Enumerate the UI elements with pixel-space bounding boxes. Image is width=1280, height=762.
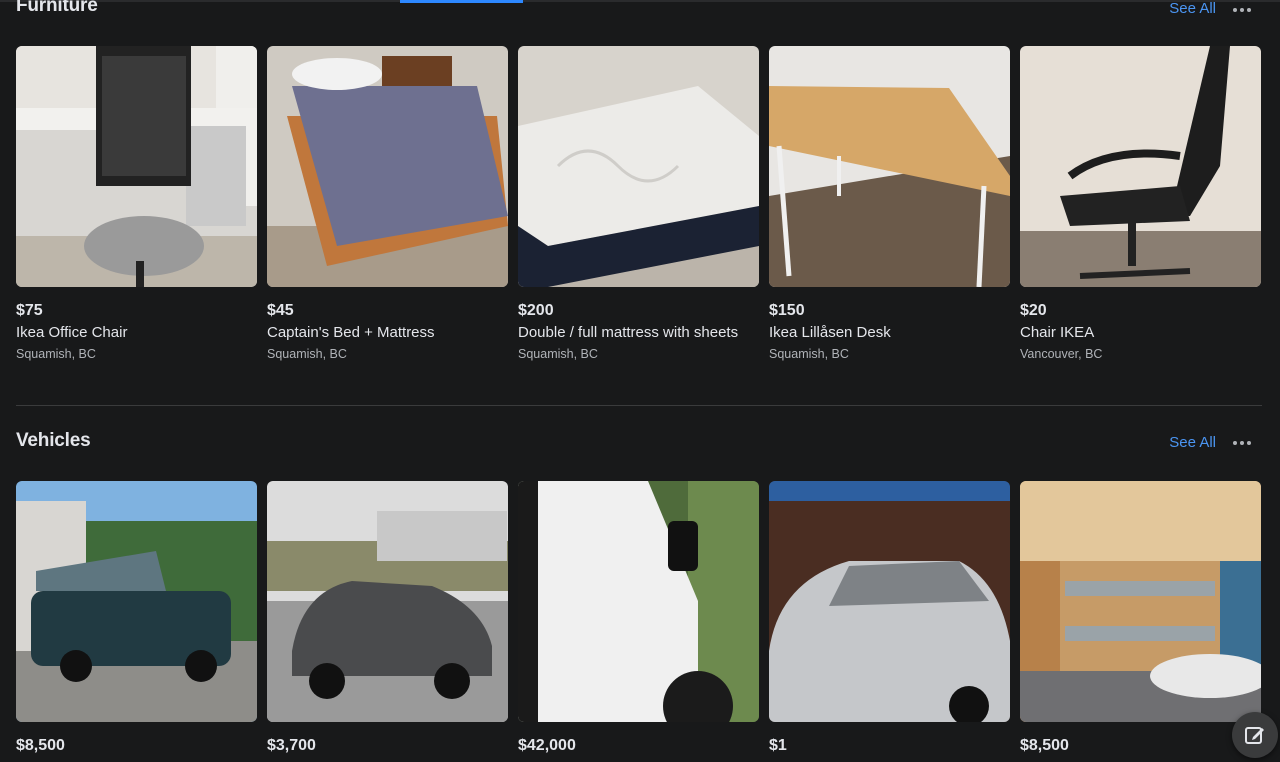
- listing-title: Ikea Office Chair: [16, 324, 128, 341]
- listing-location: Vancouver, BC: [1020, 347, 1103, 361]
- listing-card[interactable]: $8,500: [16, 481, 257, 756]
- listing-card[interactable]: $150 Ikea Lillåsen Desk Squamish, BC: [769, 46, 1010, 363]
- listing-location: Squamish, BC: [16, 347, 96, 361]
- furniture-more-button[interactable]: [1230, 0, 1254, 20]
- listing-price: $45: [267, 302, 294, 319]
- listing-photo: [16, 481, 257, 722]
- listing-photo: [267, 481, 508, 722]
- listing-photo: [16, 46, 257, 287]
- listing-photo: [769, 46, 1010, 287]
- listing-photo: [1020, 46, 1261, 287]
- listing-price: $8,500: [16, 737, 65, 754]
- furniture-section-title: Furniture: [16, 0, 98, 16]
- listing-card[interactable]: $3,700: [267, 481, 508, 756]
- listing-price: $200: [518, 302, 554, 319]
- vehicles-more-button[interactable]: [1230, 433, 1254, 453]
- furniture-see-all-link[interactable]: See All: [1169, 0, 1216, 17]
- section-divider: [16, 405, 1262, 406]
- listing-location: Squamish, BC: [267, 347, 347, 361]
- listing-price: $3,700: [267, 737, 316, 754]
- listing-card[interactable]: $75 Ikea Office Chair Squamish, BC: [16, 46, 257, 363]
- vehicles-section-title: Vehicles: [16, 430, 91, 451]
- listing-card[interactable]: $8,500: [1020, 481, 1261, 756]
- listing-title: Ikea Lillåsen Desk: [769, 324, 891, 341]
- listing-photo: [267, 46, 508, 287]
- listing-price: $75: [16, 302, 43, 319]
- listing-card[interactable]: $42,000: [518, 481, 759, 756]
- listing-card[interactable]: $200 Double / full mattress with sheets …: [518, 46, 759, 363]
- compose-icon: [1245, 727, 1264, 744]
- listing-price: $42,000: [518, 737, 576, 754]
- listing-location: Squamish, BC: [769, 347, 849, 361]
- vehicles-see-all-link[interactable]: See All: [1169, 434, 1216, 451]
- furniture-listing-grid: $75 Ikea Office Chair Squamish, BC $45 C…: [16, 46, 1261, 363]
- listing-price: $20: [1020, 302, 1047, 319]
- more-icon: [1233, 441, 1237, 445]
- vehicles-section: Vehicles See All $8,500 $3,700 $42,000 $…: [16, 430, 1262, 762]
- compose-button[interactable]: [1232, 712, 1278, 758]
- listing-title: Captain's Bed + Mattress: [267, 324, 435, 341]
- listing-photo: [769, 481, 1010, 722]
- listing-price: $1: [769, 737, 787, 754]
- vehicles-listing-grid: $8,500 $3,700 $42,000 $1 $8,500: [16, 481, 1261, 756]
- more-icon: [1233, 8, 1237, 12]
- furniture-section: Furniture See All $75 Ikea Office Chair …: [16, 0, 1262, 400]
- listing-card[interactable]: $1: [769, 481, 1010, 756]
- listing-card[interactable]: $20 Chair IKEA Vancouver, BC: [1020, 46, 1261, 363]
- listing-photo: [518, 46, 759, 287]
- listing-price: $150: [769, 302, 805, 319]
- listing-title: Chair IKEA: [1020, 324, 1095, 341]
- listing-location: Squamish, BC: [518, 347, 598, 361]
- listing-photo: [1020, 481, 1261, 722]
- listing-photo: [518, 481, 759, 722]
- listing-title: Double / full mattress with sheets: [518, 324, 739, 341]
- listing-price: $8,500: [1020, 737, 1069, 754]
- listing-card[interactable]: $45 Captain's Bed + Mattress Squamish, B…: [267, 46, 508, 363]
